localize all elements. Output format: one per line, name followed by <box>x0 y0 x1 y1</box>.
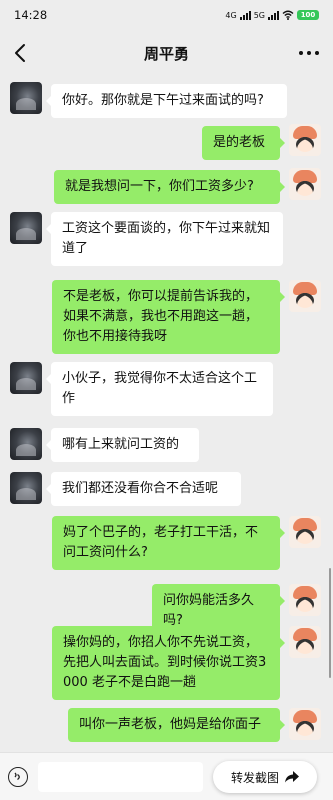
network-label: 4G <box>225 10 237 20</box>
message-bubble[interactable]: 妈了个巴子的，老子打工干活，不问工资问什么? <box>52 516 285 570</box>
status-bar: 14:28 4G 5G 100 <box>0 0 333 30</box>
cartoon-girl-avatar[interactable] <box>289 584 321 616</box>
message-input[interactable] <box>38 762 203 792</box>
input-bar: 转发截图 <box>0 752 333 800</box>
cave-avatar[interactable] <box>10 362 42 394</box>
message-bubble[interactable]: 工资这个要面谈的，你下午过来就知道了 <box>46 212 283 266</box>
wifi-icon <box>282 10 294 20</box>
network-label-2: 5G <box>253 10 265 20</box>
message-bubble[interactable]: 小伙子，我觉得你不太适合这个工作 <box>46 362 273 416</box>
cartoon-girl-avatar[interactable] <box>289 626 321 658</box>
status-icons: 4G 5G 100 <box>225 10 319 20</box>
message-bubble[interactable]: 叫你一声老板，他妈是给你面子 <box>68 708 285 742</box>
chat-header: 周平勇 <box>0 30 333 76</box>
forward-screenshot-button[interactable]: 转发截图 <box>213 761 317 793</box>
share-arrow-icon <box>285 771 299 783</box>
forward-screenshot-label: 转发截图 <box>230 770 279 785</box>
cartoon-girl-avatar[interactable] <box>289 516 321 548</box>
message-bubble[interactable]: 我们都还没看你合不合适呢 <box>46 472 241 506</box>
signal-icon-2 <box>268 10 279 20</box>
back-arrow-icon[interactable] <box>10 42 32 64</box>
message-bubble[interactable]: 哪有上来就问工资的 <box>46 428 199 462</box>
chat-title: 周平勇 <box>143 44 189 63</box>
cartoon-girl-avatar[interactable] <box>289 280 321 312</box>
cave-avatar[interactable] <box>10 212 42 244</box>
message-bubble[interactable]: 就是我想问一下，你们工资多少? <box>54 170 285 204</box>
voice-input-icon[interactable] <box>8 767 28 787</box>
message-bubble[interactable]: 不是老板，你可以提前告诉我的，如果不满意，我也不用跑这一趟，你也不用接待我呀 <box>52 280 285 354</box>
message-bubble[interactable]: 你好。那你就是下午过来面试的吗? <box>46 84 287 118</box>
cartoon-girl-avatar[interactable] <box>289 168 321 200</box>
battery-icon: 100 <box>297 10 319 20</box>
status-time: 14:28 <box>14 8 48 22</box>
cave-avatar[interactable] <box>10 82 42 114</box>
cartoon-girl-avatar[interactable] <box>289 708 321 740</box>
message-bubble[interactable]: 是的老板 <box>202 126 285 160</box>
message-bubble[interactable]: 操你妈的，你招人你不先说工资，先把人叫去面试。到时候你说工资3000 老子不是白… <box>52 626 285 700</box>
more-options-icon[interactable] <box>299 44 319 62</box>
cave-avatar[interactable] <box>10 472 42 504</box>
cave-avatar[interactable] <box>10 428 42 460</box>
scrollbar[interactable] <box>329 568 331 678</box>
signal-icon <box>239 10 251 20</box>
cartoon-girl-avatar[interactable] <box>289 124 321 156</box>
